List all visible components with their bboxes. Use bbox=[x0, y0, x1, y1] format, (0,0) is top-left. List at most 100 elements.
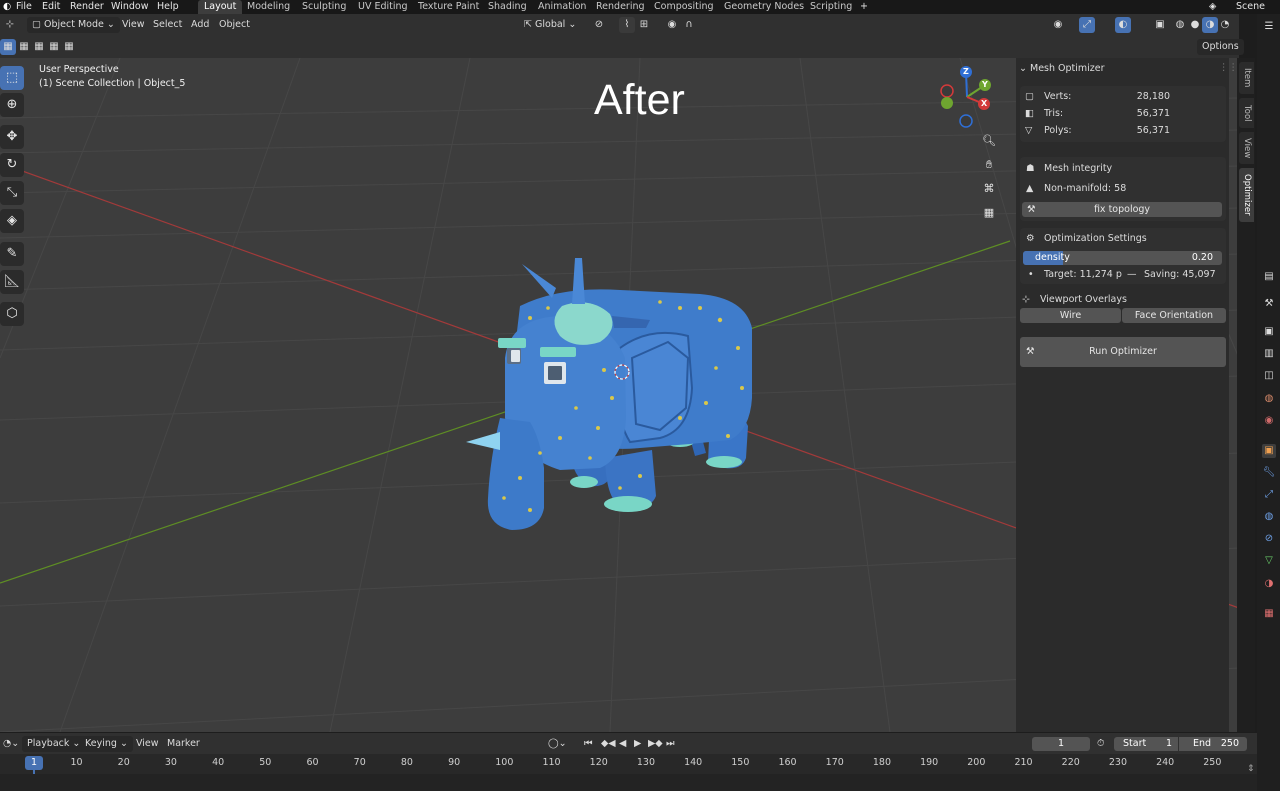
menu-view[interactable]: View bbox=[122, 17, 145, 33]
select-intersect-icon[interactable]: ▦ bbox=[61, 39, 77, 55]
next-keyframe-icon[interactable]: ▶◆ bbox=[648, 736, 663, 752]
gizmo-toggle-icon[interactable]: ⤢ bbox=[1079, 17, 1095, 33]
auto-key-icon[interactable]: ◯⌄ bbox=[548, 736, 567, 752]
menu-help[interactable]: Help bbox=[157, 0, 179, 14]
camera-view-icon[interactable]: ⌘ bbox=[979, 179, 999, 199]
scene-icon[interactable]: ◈ bbox=[1209, 0, 1216, 14]
stopwatch-icon[interactable]: ⏱ bbox=[1097, 736, 1104, 752]
options-dropdown[interactable]: Options ⌄ bbox=[1197, 39, 1244, 68]
output-properties-icon[interactable]: ▥ bbox=[1262, 347, 1276, 361]
snap-icon[interactable]: ⌇ bbox=[619, 17, 635, 33]
blender-logo-icon[interactable]: ◐ bbox=[3, 0, 11, 14]
keying-dropdown[interactable]: Keying ⌄ bbox=[80, 736, 133, 752]
constraints-icon[interactable]: ⊘ bbox=[1262, 532, 1276, 546]
end-frame-field[interactable]: End 250 bbox=[1179, 737, 1247, 751]
select-subtract-icon[interactable]: ▦ bbox=[31, 39, 47, 55]
menu-file[interactable]: File bbox=[16, 0, 32, 14]
tab-layout[interactable]: Layout bbox=[198, 0, 243, 14]
scene-properties-icon[interactable]: ◍ bbox=[1262, 392, 1276, 406]
pivot-icon[interactable]: ⊘ bbox=[591, 17, 607, 33]
timeline-area[interactable]: 1 10 20 30 40 50 60 70 80 90 100 110 120 130 140 150 16… bbox=[0, 754, 1257, 791]
menu-add[interactable]: Add bbox=[191, 17, 209, 33]
select-new-icon[interactable]: ▦ bbox=[0, 39, 16, 55]
falloff-icon[interactable]: ∩ bbox=[681, 17, 697, 33]
move-tool-icon[interactable]: ✥ bbox=[0, 125, 24, 149]
tab-texture-paint[interactable]: Texture Paint bbox=[412, 0, 485, 14]
wireframe-shading-icon[interactable]: ◍ bbox=[1172, 17, 1188, 33]
tab-tool[interactable]: Tool bbox=[1239, 98, 1254, 128]
view-layer-icon[interactable]: ◫ bbox=[1262, 369, 1276, 383]
orientation-dropdown[interactable]: ⇱ Global ⌄ bbox=[524, 17, 576, 33]
add-cube-tool-icon[interactable]: ⬡ bbox=[0, 302, 24, 326]
pan-hand-icon[interactable]: ✋︎ bbox=[979, 155, 999, 175]
playback-dropdown[interactable]: Playback ⌄ bbox=[22, 736, 86, 752]
solid-shading-icon[interactable]: ● bbox=[1187, 17, 1203, 33]
drag-handle-icon[interactable]: ⋮⋮ bbox=[1219, 62, 1238, 73]
snap-target-icon[interactable]: ⊞ bbox=[636, 17, 652, 33]
tab-rendering[interactable]: Rendering bbox=[590, 0, 651, 14]
material-properties-icon[interactable]: ◑ bbox=[1262, 577, 1276, 591]
cursor-tool-icon[interactable]: ⊕ bbox=[0, 93, 24, 117]
zoom-icon[interactable]: 🔍︎ bbox=[979, 131, 999, 151]
start-frame-field[interactable]: Start 1 bbox=[1114, 737, 1178, 751]
perspective-grid-icon[interactable]: ▦ bbox=[979, 203, 999, 223]
modifier-properties-icon[interactable]: 🔧︎ bbox=[1262, 466, 1276, 480]
play-reverse-icon[interactable]: ◀ bbox=[619, 736, 626, 752]
timeline-editor-icon[interactable]: ◔⌄ bbox=[3, 736, 19, 752]
scene-name[interactable]: Scene bbox=[1236, 0, 1265, 14]
transform-tool-icon[interactable]: ◈ bbox=[0, 209, 24, 233]
tool-properties-icon[interactable]: ⚒ bbox=[1262, 297, 1276, 311]
add-workspace-button[interactable]: + bbox=[860, 0, 868, 14]
play-icon[interactable]: ▶ bbox=[634, 736, 641, 752]
tab-optimizer[interactable]: Optimizer bbox=[1239, 168, 1254, 222]
tab-item[interactable]: Item bbox=[1239, 62, 1254, 94]
menu-render[interactable]: Render bbox=[70, 0, 104, 14]
menu-edit[interactable]: Edit bbox=[42, 0, 60, 14]
density-slider[interactable]: density 0.20 bbox=[1023, 251, 1222, 265]
tab-scripting[interactable]: Scripting bbox=[804, 0, 858, 14]
world-properties-icon[interactable]: ◉ bbox=[1262, 414, 1276, 428]
xray-icon[interactable]: ▣ bbox=[1152, 17, 1168, 33]
object-properties-icon[interactable]: ▣ bbox=[1262, 444, 1276, 458]
collapse-chevron-icon[interactable]: ⌄ bbox=[1019, 63, 1027, 74]
tab-shading[interactable]: Shading bbox=[482, 0, 533, 14]
current-frame-field[interactable]: 1 bbox=[1032, 737, 1090, 751]
editor-type-icon[interactable]: ⊹ bbox=[2, 17, 18, 33]
wire-button[interactable]: Wire bbox=[1020, 308, 1121, 323]
marker-menu[interactable]: Marker bbox=[167, 736, 200, 752]
scroll-arrows-icon[interactable]: ⇕ bbox=[1247, 764, 1255, 774]
tab-geometry-nodes[interactable]: Geometry Nodes bbox=[718, 0, 810, 14]
measure-tool-icon[interactable]: 📐︎ bbox=[0, 270, 24, 294]
navigation-gizmo[interactable] bbox=[935, 63, 1005, 133]
face-orientation-button[interactable]: Face Orientation bbox=[1122, 308, 1226, 323]
particles-icon[interactable]: ⤢ bbox=[1262, 488, 1276, 502]
tab-view[interactable]: View bbox=[1239, 132, 1254, 164]
tab-compositing[interactable]: Compositing bbox=[648, 0, 720, 14]
menu-object[interactable]: Object bbox=[219, 17, 250, 33]
tab-uv-editing[interactable]: UV Editing bbox=[352, 0, 414, 14]
material-shading-icon[interactable]: ◑ bbox=[1202, 17, 1218, 33]
select-extend-icon[interactable]: ▦ bbox=[16, 39, 32, 55]
menu-window[interactable]: Window bbox=[111, 0, 148, 14]
physics-icon[interactable]: ◍ bbox=[1262, 510, 1276, 524]
elephant-model[interactable] bbox=[466, 258, 752, 530]
render-properties-icon[interactable]: ▣ bbox=[1262, 325, 1276, 339]
outliner-icon[interactable]: ☰ bbox=[1262, 20, 1276, 34]
tab-modeling[interactable]: Modeling bbox=[241, 0, 296, 14]
select-box-tool-icon[interactable]: ⬚ bbox=[0, 66, 24, 90]
select-invert-icon[interactable]: ▦ bbox=[46, 39, 62, 55]
tab-sculpting[interactable]: Sculpting bbox=[296, 0, 352, 14]
run-optimizer-button[interactable]: ⚒ Run Optimizer bbox=[1020, 337, 1226, 367]
data-properties-icon[interactable]: ▽ bbox=[1262, 554, 1276, 568]
menu-select[interactable]: Select bbox=[153, 17, 182, 33]
tab-animation[interactable]: Animation bbox=[532, 0, 592, 14]
jump-start-icon[interactable]: ⏮ bbox=[584, 736, 593, 752]
rendered-shading-icon[interactable]: ◔ bbox=[1217, 17, 1233, 33]
rotate-tool-icon[interactable]: ↻ bbox=[0, 153, 24, 177]
overlay-toggle-icon[interactable]: ◐ bbox=[1115, 17, 1131, 33]
prev-keyframe-icon[interactable]: ◆◀ bbox=[601, 736, 616, 752]
scale-tool-icon[interactable]: ⤡ bbox=[0, 181, 24, 205]
visibility-icon[interactable]: ◉ bbox=[1050, 17, 1066, 33]
mode-dropdown[interactable]: ▢ Object Mode ⌄ bbox=[27, 17, 120, 33]
fix-topology-button[interactable]: ⚒ fix topology bbox=[1022, 202, 1222, 217]
